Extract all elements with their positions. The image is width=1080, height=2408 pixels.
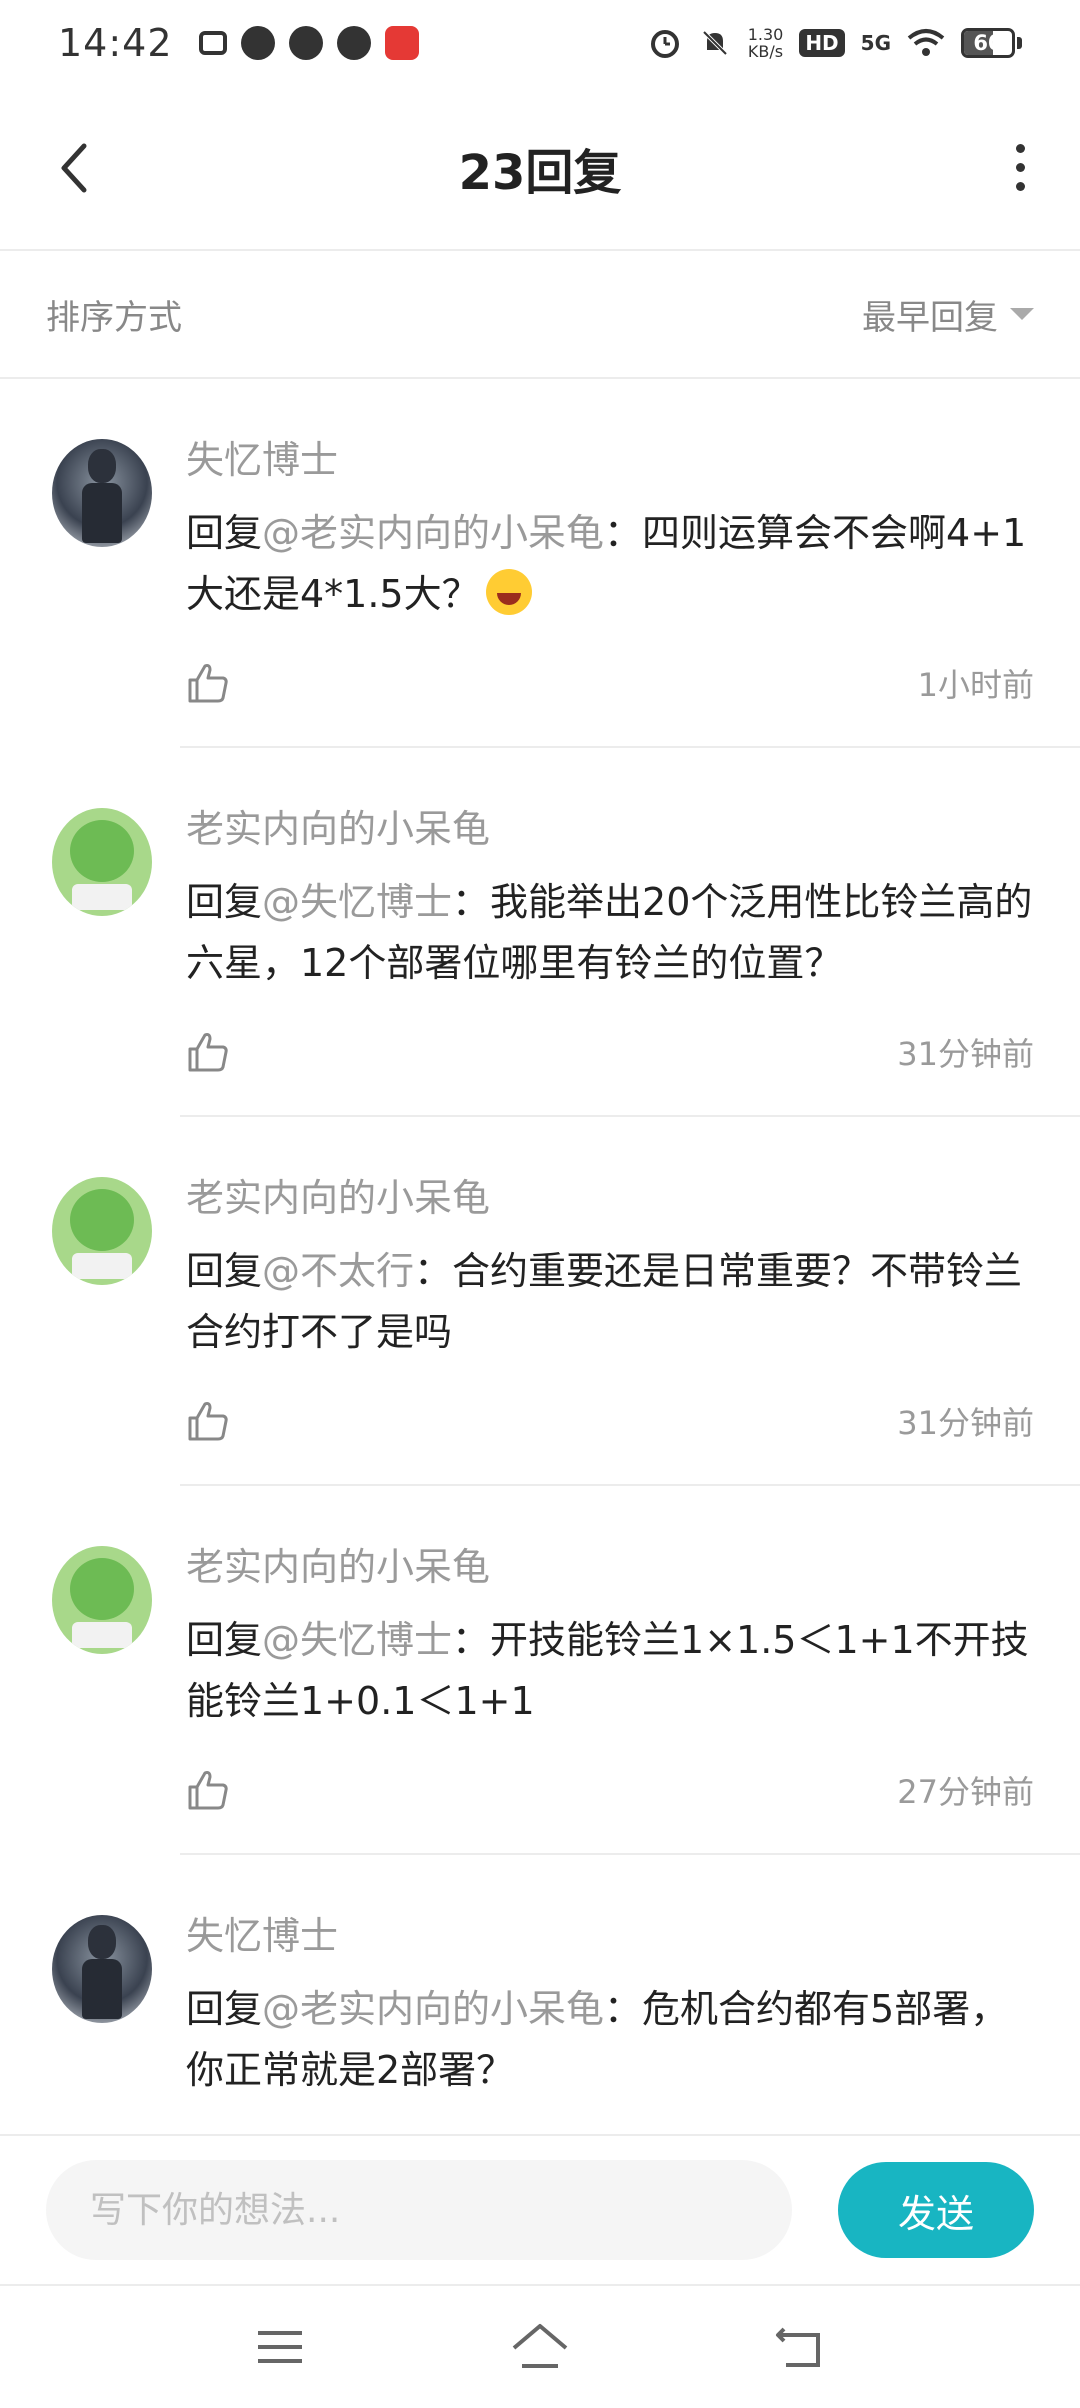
comment-item: 老实内向的小呆龟 回复@不太行：合约重要还是日常重要？不带铃兰合约打不了是吗 3…	[0, 1117, 1080, 1486]
network-speed-unit: KB/s	[747, 42, 784, 61]
comment-time: 31分钟前	[897, 1404, 1034, 1442]
wifi-icon	[907, 29, 945, 56]
back-button[interactable]	[44, 133, 104, 203]
comment-author[interactable]: 失忆博士	[186, 435, 1034, 485]
comment-list[interactable]: 失忆博士 回复@老实内向的小呆龟：四则运算会不会啊4+1大还是4*1.5大？ 1…	[0, 379, 1080, 2134]
comment-text[interactable]: 回复@失忆博士：我能举出20个泛用性比铃兰高的六星，12个部署位哪里有铃兰的位置…	[186, 872, 1034, 994]
battery-level-text: 60	[973, 31, 1003, 55]
music-app-icon	[384, 26, 419, 60]
avatar[interactable]	[52, 439, 152, 547]
alarm-icon	[650, 30, 679, 58]
compass-app-icon	[240, 26, 275, 60]
sort-dropdown[interactable]: 最早回复	[862, 290, 1034, 339]
reply-prefix: 回复	[186, 1249, 263, 1293]
header: 23回复	[0, 86, 1080, 251]
more-dot-icon	[1015, 144, 1025, 153]
more-dot-icon	[1015, 163, 1025, 172]
more-options-button[interactable]	[1000, 133, 1040, 203]
comment-footer: 27分钟前	[186, 1768, 1034, 1812]
comment-footer: 1小时前	[186, 661, 1034, 705]
system-nav-bar	[0, 2284, 1080, 2408]
mute-bell-icon	[702, 30, 728, 56]
chat-bubble-icon	[336, 26, 371, 60]
mention-link[interactable]: @失忆博士	[262, 880, 452, 924]
avatar[interactable]	[52, 1546, 152, 1654]
thumbs-up-icon[interactable]	[186, 1768, 230, 1812]
network-speed-value: 1.30	[747, 25, 784, 44]
menu-icon	[258, 2331, 302, 2363]
reply-prefix: 回复	[186, 1987, 263, 2031]
comment-item: 失忆博士 回复@老实内向的小呆龟：危机合约都有5部署，你正常就是2部署？	[0, 1855, 1080, 2134]
network-type: 5G	[860, 31, 891, 55]
reply-input-bar: 发送	[0, 2134, 1080, 2284]
comment-item: 失忆博士 回复@老实内向的小呆龟：四则运算会不会啊4+1大还是4*1.5大？ 1…	[0, 379, 1080, 748]
comment-author[interactable]: 老实内向的小呆龟	[186, 804, 1034, 854]
more-dot-icon	[1015, 182, 1025, 191]
comment-author[interactable]: 失忆博士	[186, 1911, 1034, 1961]
mention-link[interactable]: @失忆博士	[262, 1618, 452, 1662]
status-bar: 14:42 1.30 KB/s HD 5G 60	[0, 0, 1080, 86]
sort-selected-value: 最早回复	[862, 297, 998, 338]
comment-text[interactable]: 回复@老实内向的小呆龟：危机合约都有5部署，你正常就是2部署？	[186, 1979, 1034, 2101]
comment-item: 老实内向的小呆龟 回复@失忆博士：我能举出20个泛用性比铃兰高的六星，12个部署…	[0, 748, 1080, 1117]
mention-link[interactable]: @不太行	[262, 1249, 414, 1293]
send-button[interactable]: 发送	[838, 2162, 1034, 2258]
avatar[interactable]	[52, 1177, 152, 1285]
sort-bar: 排序方式 最早回复	[0, 251, 1080, 379]
comment-text[interactable]: 回复@失忆博士：开技能铃兰1×1.5＜1+1不开技能铃兰1+0.1＜1+1	[186, 1610, 1034, 1732]
reply-input[interactable]	[46, 2160, 792, 2260]
avatar[interactable]	[52, 808, 152, 916]
comment-footer: 31分钟前	[186, 1399, 1034, 1443]
reply-prefix: 回复	[186, 511, 263, 555]
thumbs-up-icon[interactable]	[186, 661, 230, 705]
network-speed: 1.30 KB/s	[748, 26, 784, 60]
chevron-left-icon	[61, 143, 87, 192]
comment-author[interactable]: 老实内向的小呆龟	[186, 1173, 1034, 1223]
reply-prefix: 回复	[186, 880, 263, 924]
thumbs-up-icon[interactable]	[186, 1399, 230, 1443]
home-icon	[512, 2324, 568, 2368]
caret-down-icon	[1010, 308, 1034, 320]
battery-indicator: 60	[961, 28, 1022, 58]
comment-time: 1小时前	[917, 666, 1034, 704]
home-button[interactable]	[500, 2307, 580, 2387]
reply-prefix: 回复	[186, 1618, 263, 1662]
status-time: 14:42	[58, 21, 173, 65]
thumbs-up-icon[interactable]	[186, 1030, 230, 1074]
comment-text[interactable]: 回复@不太行：合约重要还是日常重要？不带铃兰合约打不了是吗	[186, 1241, 1034, 1363]
system-status: 1.30 KB/s HD 5G 60	[648, 26, 1022, 60]
comment-text[interactable]: 回复@老实内向的小呆龟：四则运算会不会啊4+1大还是4*1.5大？	[186, 503, 1034, 625]
mention-link[interactable]: @老实内向的小呆龟	[262, 1987, 604, 2031]
comment-item: 老实内向的小呆龟 回复@失忆博士：开技能铃兰1×1.5＜1+1不开技能铃兰1+0…	[0, 1486, 1080, 1855]
mention-link[interactable]: @老实内向的小呆龟	[262, 511, 604, 555]
sort-label: 排序方式	[46, 297, 182, 338]
page-title: 23回复	[458, 144, 622, 201]
battery-body: 60	[961, 28, 1015, 58]
pinwheel-app-icon	[288, 26, 323, 60]
return-icon	[776, 2327, 820, 2367]
laughing-tears-emoji-icon	[485, 569, 532, 615]
comment-footer: 31分钟前	[186, 1030, 1034, 1074]
hd-badge: HD	[799, 29, 845, 57]
battery-cap	[1017, 37, 1022, 49]
comment-time: 27分钟前	[897, 1773, 1034, 1811]
comment-time: 31分钟前	[897, 1035, 1034, 1073]
comment-author[interactable]: 老实内向的小呆龟	[186, 1542, 1034, 1592]
recent-apps-button[interactable]	[240, 2307, 320, 2387]
notification-icons	[198, 26, 419, 60]
tv-app-icon	[198, 31, 227, 55]
avatar[interactable]	[52, 1915, 152, 2023]
back-nav-button[interactable]	[760, 2307, 840, 2387]
